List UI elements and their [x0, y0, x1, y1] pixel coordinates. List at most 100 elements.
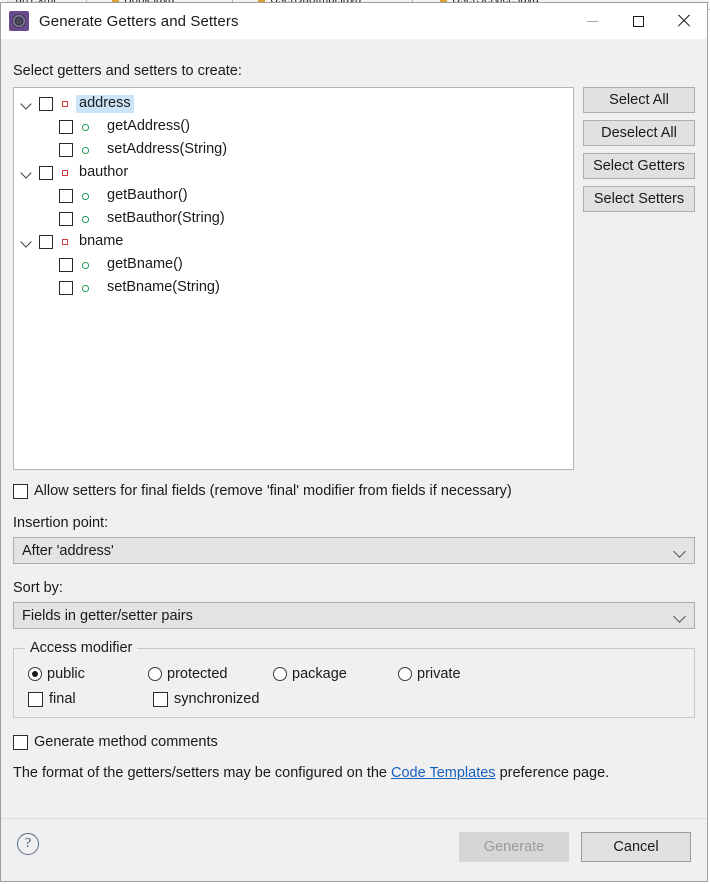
tree-checkbox[interactable] [59, 281, 73, 295]
tree-item-label: getBauthor() [104, 187, 191, 205]
sort-by-select[interactable]: Fields in getter/setter pairs [13, 602, 695, 629]
allow-setters-final-fields-checkbox[interactable] [13, 484, 28, 499]
maximize-button[interactable] [615, 3, 661, 39]
minimize-button[interactable] [569, 3, 615, 39]
radio-package-indicator[interactable] [273, 667, 287, 681]
generate-button[interactable]: Generate [459, 832, 569, 862]
tree-and-buttons-row: address getAddress() setAddress(String) [13, 87, 695, 470]
tree-checkbox[interactable] [39, 235, 53, 249]
radio-protected-label: protected [167, 666, 227, 682]
tree-checkbox[interactable] [59, 212, 73, 226]
radio-package[interactable]: package [273, 666, 398, 682]
tree-item-label: bname [76, 233, 126, 251]
allow-setters-final-fields-row[interactable]: Allow setters for final fields (remove '… [13, 483, 695, 499]
tree-row[interactable]: setAddress(String) [14, 138, 573, 161]
public-method-icon [79, 143, 92, 156]
info-prefix: The format of the getters/setters may be… [13, 765, 391, 781]
sort-by-value: Fields in getter/setter pairs [22, 608, 193, 624]
generate-comments-label: Generate method comments [34, 734, 218, 750]
private-field-icon [59, 97, 72, 110]
radio-private-indicator[interactable] [398, 667, 412, 681]
tree-item-label: getBname() [104, 256, 186, 274]
dialog-title: Generate Getters and Setters [39, 13, 239, 30]
radio-private[interactable]: private [398, 666, 461, 682]
info-suffix: preference page. [496, 765, 610, 781]
final-label: final [49, 691, 76, 707]
generate-comments-row[interactable]: Generate method comments [13, 734, 695, 750]
maximize-icon [633, 16, 644, 27]
insertion-point-value: After 'address' [22, 543, 114, 559]
members-tree[interactable]: address getAddress() setAddress(String) [13, 87, 574, 470]
public-method-icon [79, 212, 92, 225]
tree-row[interactable]: getAddress() [14, 115, 573, 138]
access-modifier-title: Access modifier [25, 640, 137, 656]
dialog-titlebar: Generate Getters and Setters [1, 3, 707, 39]
tree-row[interactable]: bauthor [14, 161, 573, 184]
gear-icon [9, 11, 29, 31]
final-checkbox[interactable] [28, 692, 43, 707]
final-checkbox-row[interactable]: final [28, 691, 153, 707]
close-icon [677, 14, 691, 28]
access-modifier-group: Access modifier public protected package… [13, 648, 695, 718]
tree-checkbox[interactable] [59, 143, 73, 157]
radio-public[interactable]: public [28, 666, 148, 682]
tree-item-label: address [76, 95, 134, 113]
tree-checkbox[interactable] [59, 120, 73, 134]
tree-row[interactable]: getBauthor() [14, 184, 573, 207]
tree-row[interactable]: setBname(String) [14, 276, 573, 299]
generate-comments-checkbox[interactable] [13, 735, 28, 750]
public-method-icon [79, 258, 92, 271]
allow-setters-final-fields-label: Allow setters for final fields (remove '… [34, 483, 512, 499]
tree-row[interactable]: setBauthor(String) [14, 207, 573, 230]
tree-row[interactable]: address [14, 92, 573, 115]
synchronized-checkbox[interactable] [153, 692, 168, 707]
help-icon[interactable]: ? [17, 833, 39, 855]
chevron-down-icon[interactable] [18, 96, 34, 112]
public-method-icon [79, 281, 92, 294]
tree-row[interactable]: bname [14, 230, 573, 253]
radio-public-indicator[interactable] [28, 667, 42, 681]
cancel-button[interactable]: Cancel [581, 832, 691, 862]
tree-section-label: Select getters and setters to create: [13, 63, 695, 79]
radio-protected[interactable]: protected [148, 666, 273, 682]
insertion-point-label: Insertion point: [13, 515, 695, 531]
generate-getters-setters-dialog: Generate Getters and Setters Select gett… [0, 2, 708, 882]
minimize-icon [587, 21, 598, 22]
modifier-checkboxes: final synchronized [28, 688, 680, 710]
tree-item-label: setAddress(String) [104, 141, 230, 159]
tree-checkbox[interactable] [59, 189, 73, 203]
tree-checkbox[interactable] [39, 97, 53, 111]
tree-item-label: bauthor [76, 164, 131, 182]
deselect-all-button[interactable]: Deselect All [583, 120, 695, 146]
insertion-point-select[interactable]: After 'address' [13, 537, 695, 564]
radio-package-label: package [292, 666, 347, 682]
chevron-down-icon [673, 545, 686, 558]
chevron-down-icon[interactable] [18, 165, 34, 181]
chevron-down-icon[interactable] [18, 234, 34, 250]
public-method-icon [79, 189, 92, 202]
dialog-content: Select getters and setters to create: ad… [1, 63, 707, 782]
footer-buttons: Generate Cancel [459, 832, 691, 862]
tree-checkbox[interactable] [39, 166, 53, 180]
tree-checkbox[interactable] [59, 258, 73, 272]
tree-row[interactable]: getBname() [14, 253, 573, 276]
synchronized-label: synchronized [174, 691, 259, 707]
public-method-icon [79, 120, 92, 133]
tree-action-buttons: Select All Deselect All Select Getters S… [583, 87, 695, 212]
access-modifier-radios: public protected package private [28, 663, 680, 685]
radio-public-label: public [47, 666, 85, 682]
tree-item-label: setBname(String) [104, 279, 223, 297]
synchronized-checkbox-row[interactable]: synchronized [153, 691, 259, 707]
code-templates-link[interactable]: Code Templates [391, 765, 496, 781]
select-all-button[interactable]: Select All [583, 87, 695, 113]
private-field-icon [59, 166, 72, 179]
radio-protected-indicator[interactable] [148, 667, 162, 681]
sort-by-label: Sort by: [13, 580, 695, 596]
code-templates-info: The format of the getters/setters may be… [13, 764, 695, 782]
select-getters-button[interactable]: Select Getters [583, 153, 695, 179]
dialog-footer: ? Generate Cancel [1, 818, 707, 881]
close-button[interactable] [661, 3, 707, 39]
window-controls [569, 3, 707, 39]
select-setters-button[interactable]: Select Setters [583, 186, 695, 212]
private-field-icon [59, 235, 72, 248]
